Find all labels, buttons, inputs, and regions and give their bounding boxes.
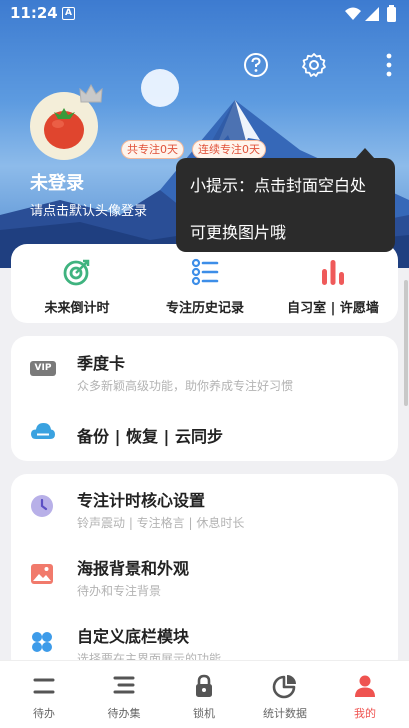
quick-action-label: 自习室 | 许愿墙 <box>287 301 379 316</box>
target-icon <box>63 259 90 286</box>
tab-lock[interactable]: 锁机 <box>174 673 234 721</box>
bar-chart-icon <box>322 260 344 285</box>
row-title: 专注计时核心设置 <box>77 491 206 510</box>
quick-action-studyroom[interactable]: 自习室 | 许愿墙 <box>273 257 393 316</box>
tab-label: 待办 <box>33 707 55 720</box>
image-icon <box>31 564 53 584</box>
row-title: 季度卡 <box>77 354 126 373</box>
tip-popup[interactable]: 小提示：点击封面空白处 可更换图片哦 <box>176 148 395 252</box>
row-title: 海报背景和外观 <box>77 559 190 578</box>
tab-label: 我的 <box>354 707 376 720</box>
quick-action-countdown[interactable]: 未来倒计时 <box>17 257 137 316</box>
tab-label: 锁机 <box>193 707 215 720</box>
membership-card: VIP 季度卡 众多新颖高级功能，助你养成专注好习惯 备份 | 恢复 | 云同步 <box>11 336 398 461</box>
row-quarterly-card[interactable]: VIP 季度卡 众多新颖高级功能，助你养成专注好习惯 <box>11 336 398 400</box>
user-name[interactable]: 未登录 <box>30 169 84 195</box>
tab-statistics[interactable]: 统计数据 <box>255 673 315 721</box>
help-circle-icon[interactable] <box>243 52 269 78</box>
system-status-icons <box>345 5 396 22</box>
battery-icon <box>387 7 396 22</box>
person-icon <box>355 675 375 697</box>
settings-card: 专注计时核心设置 铃声震动 | 专注格言 | 休息时长 海报背景和外观 待办和专… <box>11 474 398 674</box>
wifi-icon <box>345 7 361 20</box>
row-subtitle: 待办和专注背景 <box>77 584 162 598</box>
gear-icon[interactable] <box>301 52 327 78</box>
signal-icon <box>365 7 379 21</box>
vip-icon: VIP <box>30 361 56 376</box>
crown-icon <box>79 83 103 103</box>
row-title: 自定义底栏模块 <box>77 627 190 646</box>
list-icon <box>191 258 219 286</box>
clock-icon <box>31 495 53 517</box>
tab-mine[interactable]: 我的 <box>335 673 395 721</box>
tab-todo-set[interactable]: 待办集 <box>94 673 154 721</box>
status-time: 11:24 <box>10 4 58 22</box>
todo-icon <box>33 678 55 694</box>
tip-arrow <box>355 148 375 159</box>
row-subtitle: 众多新颖高级功能，助你养成专注好习惯 <box>77 379 294 393</box>
quick-action-label: 未来倒计时 <box>44 301 110 316</box>
cloud-icon <box>31 423 55 439</box>
lock-icon <box>196 674 212 697</box>
grid-icon <box>32 632 52 652</box>
more-vert-icon[interactable] <box>385 52 393 78</box>
tab-label: 待办集 <box>107 707 141 720</box>
tip-line-1: 小提示：点击封面空白处 <box>190 176 367 195</box>
pie-chart-icon <box>272 675 296 699</box>
tab-label: 统计数据 <box>263 707 307 720</box>
todo-set-icon <box>113 676 135 694</box>
row-focus-settings[interactable]: 专注计时核心设置 铃声震动 | 专注格言 | 休息时长 <box>11 474 398 540</box>
quick-action-history[interactable]: 专注历史记录 <box>145 257 265 316</box>
row-subtitle: 铃声震动 | 专注格言 | 休息时长 <box>77 516 245 530</box>
tab-todo[interactable]: 待办 <box>14 673 74 721</box>
row-backup-sync[interactable]: 备份 | 恢复 | 云同步 <box>11 410 398 456</box>
quick-actions-card: 未来倒计时 专注历史记录 自习室 | 许愿墙 <box>11 244 398 323</box>
bottom-nav: 待办 待办集 锁机 统计数据 我的 <box>0 660 409 728</box>
login-hint[interactable]: 请点击默认头像登录 <box>30 200 147 219</box>
scrollbar[interactable] <box>404 280 408 406</box>
streak-focus-badge: 连续专注0天 <box>192 140 266 159</box>
quick-action-label: 专注历史记录 <box>165 301 244 316</box>
row-poster-appearance[interactable]: 海报背景和外观 待办和专注背景 <box>11 542 398 608</box>
row-title: 备份 | 恢复 | 云同步 <box>77 427 223 446</box>
total-focus-badge: 共专注0天 <box>121 140 184 159</box>
app-notification-icon: A <box>62 7 75 20</box>
status-bar: 11:24 A <box>0 0 409 28</box>
tip-line-2: 可更换图片哦 <box>190 223 287 242</box>
